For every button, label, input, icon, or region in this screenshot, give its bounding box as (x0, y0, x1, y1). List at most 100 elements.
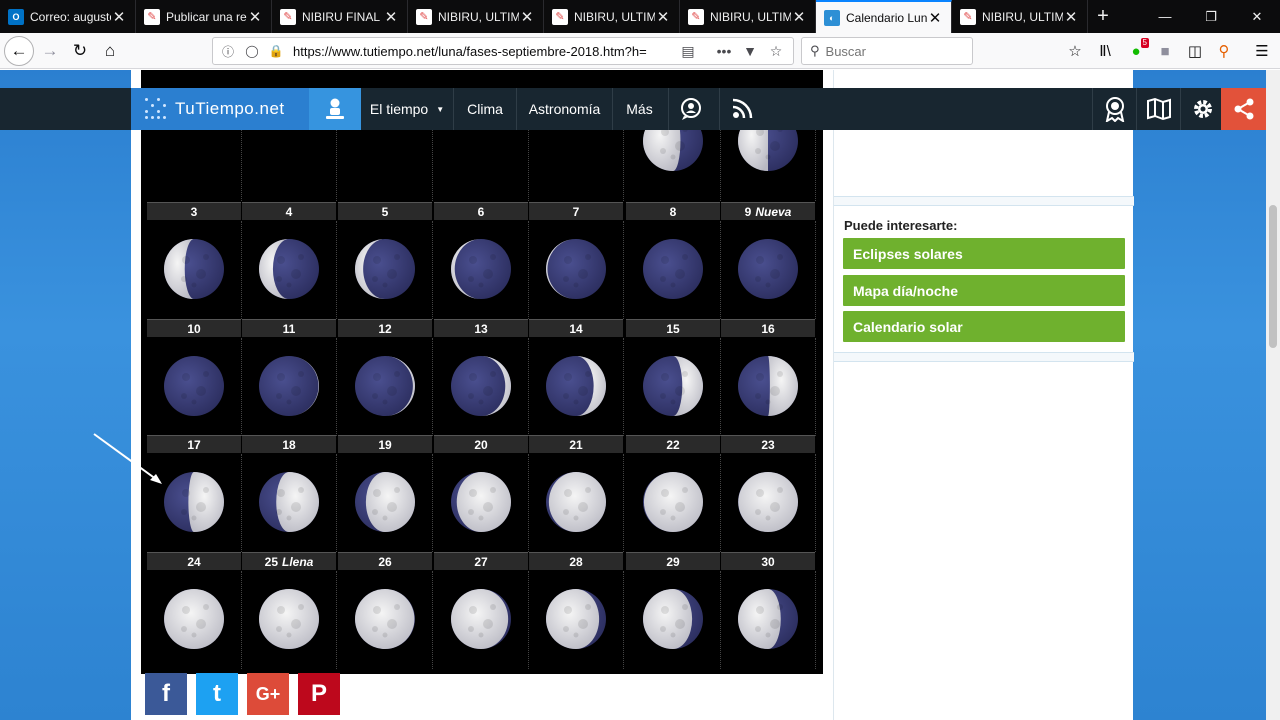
site-logo[interactable]: TuTiempo.net (131, 88, 309, 130)
rss-icon[interactable] (719, 88, 763, 130)
day-cell-4[interactable] (242, 221, 337, 319)
link-calendario-solar[interactable]: Calendario solar (843, 311, 1125, 342)
map-icon[interactable] (1136, 88, 1180, 130)
menu-astronomia[interactable]: Astronomía (517, 88, 613, 130)
day-cell-21[interactable] (529, 454, 624, 552)
day-cell-9[interactable] (721, 221, 816, 319)
sidebar-toggle-icon[interactable]: ◫ (1181, 37, 1209, 65)
page-actions-icon[interactable]: ••• (713, 40, 735, 62)
search-input[interactable] (825, 43, 956, 59)
day-number: 13 (474, 321, 488, 336)
day-cell-3[interactable] (147, 221, 242, 319)
restore-icon[interactable]: ❐ (1188, 0, 1234, 33)
day-cell-12[interactable] (338, 338, 433, 436)
day-cell-8[interactable] (626, 221, 721, 319)
day-cell-24[interactable] (147, 571, 242, 669)
close-tab-icon[interactable]: ✕ (383, 8, 399, 26)
menu-mas[interactable]: Más (613, 88, 666, 130)
link-mapa-dia-noche[interactable]: Mapa día/noche (843, 275, 1125, 306)
new-tab-button[interactable]: + (1088, 0, 1118, 33)
close-tab-icon[interactable]: ✕ (111, 8, 127, 26)
browser-tab[interactable]: O Correo: augusto ✕ (0, 0, 136, 33)
day-cell-19[interactable] (338, 454, 433, 552)
browser-tab[interactable]: ✎ NIBIRU, ULTIMA✕ (952, 0, 1088, 33)
blogger-icon: ✎ (416, 8, 432, 25)
day-header: 24 (147, 552, 241, 570)
library-icon[interactable]: Ⅱ\ (1091, 37, 1119, 65)
browser-tab[interactable]: ✎ Publicar una re ✕ (136, 0, 272, 33)
logo-dot (157, 110, 160, 113)
day-cell-25[interactable] (242, 571, 337, 669)
url-bar[interactable]: ⓘ ◯ 🔒 https://www.tutiempo.net/luna/fase… (212, 37, 794, 65)
addon-icon[interactable]: ● 5 (1122, 37, 1150, 65)
day-cell-7[interactable] (529, 221, 624, 319)
day-cell-18[interactable] (242, 454, 337, 552)
close-window-icon[interactable]: ✕ (1234, 0, 1280, 33)
day-header: 8 (626, 202, 720, 220)
pocket-icon[interactable]: ▼ (739, 40, 761, 62)
url-text[interactable]: https://www.tutiempo.net/luna/fases-sept… (293, 44, 673, 59)
day-cell-11[interactable] (242, 338, 337, 436)
tracking-shield-icon[interactable]: ◯ (243, 44, 261, 58)
tab-title: Calendario Luna (846, 10, 927, 25)
close-tab-icon[interactable]: ✕ (655, 8, 671, 26)
day-cell-20[interactable] (434, 454, 529, 552)
day-cell-26[interactable] (338, 571, 433, 669)
link-eclipses-solares[interactable]: Eclipses solares (843, 238, 1125, 269)
day-header: 6 (434, 202, 528, 220)
back-button[interactable]: ← (4, 36, 34, 66)
day-cell-22[interactable] (626, 454, 721, 552)
search-bar[interactable]: ⚲ (801, 37, 973, 65)
lock-addon-icon[interactable]: ■ (1151, 37, 1179, 65)
user-location-button[interactable] (309, 88, 361, 130)
close-tab-icon[interactable]: ✕ (247, 8, 263, 26)
share-button[interactable] (1221, 88, 1266, 130)
key-icon[interactable]: ⚲ (1210, 37, 1238, 65)
day-cell-30[interactable] (721, 571, 816, 669)
page-scrollbar[interactable] (1266, 70, 1280, 720)
hamburger-menu-icon[interactable]: ☰ (1248, 37, 1276, 65)
scrollbar-thumb[interactable] (1269, 205, 1277, 348)
menu-clima[interactable]: Clima (454, 88, 517, 130)
day-cell-14[interactable] (529, 338, 624, 436)
day-cell-15[interactable] (626, 338, 721, 436)
close-tab-icon[interactable]: ✕ (791, 8, 807, 26)
day-cell-23[interactable] (721, 454, 816, 552)
browser-tab[interactable]: ◐ Calendario Luna ✕ (816, 0, 952, 33)
twitter-share-button[interactable]: t (196, 673, 238, 715)
day-cell-28[interactable] (529, 571, 624, 669)
lock-icon[interactable]: 🔒 (267, 44, 285, 58)
google-plus-share-button[interactable]: G+ (247, 673, 289, 715)
day-cell-16[interactable] (721, 338, 816, 436)
day-cell-5[interactable] (338, 221, 433, 319)
home-button[interactable]: ⌂ (96, 37, 124, 65)
bookmark-star-icon[interactable]: ☆ (765, 40, 787, 62)
menu-el-tiempo[interactable]: El tiempo ▼ (361, 88, 454, 130)
day-cell-29[interactable] (626, 571, 721, 669)
gear-icon[interactable] (1180, 88, 1224, 130)
browser-tab[interactable]: ✎ NIBIRU, ULTIMA✕ (408, 0, 544, 33)
browser-tab[interactable]: ✎ NIBIRU, ULTIMA✕ (680, 0, 816, 33)
pinterest-share-button[interactable]: P (298, 673, 340, 715)
browser-tab[interactable]: ✎ NIBIRU FINAL 2 ✕ (272, 0, 408, 33)
navigation-toolbar: ← → ↻ ⌂ ⓘ ◯ 🔒 https://www.tutiempo.net/l… (0, 33, 1280, 69)
day-cell-13[interactable] (434, 338, 529, 436)
info-icon[interactable]: ⓘ (219, 43, 237, 60)
day-cell-6[interactable] (434, 221, 529, 319)
facebook-share-button[interactable]: f (145, 673, 187, 715)
day-cell-27[interactable] (434, 571, 529, 669)
bookmarks-star-icon[interactable]: ☆ (1061, 37, 1089, 65)
day-header: 22 (626, 435, 720, 453)
reader-view-icon[interactable]: ▤ (677, 40, 699, 62)
close-tab-icon[interactable]: ✕ (927, 9, 943, 27)
day-cell-10[interactable] (147, 338, 242, 436)
day-number: 23 (761, 437, 775, 452)
reload-button[interactable]: ↻ (66, 37, 94, 65)
award-icon[interactable] (1092, 88, 1136, 130)
chat-icon[interactable] (668, 88, 712, 130)
minimize-icon[interactable]: — (1142, 0, 1188, 33)
close-tab-icon[interactable]: ✕ (1063, 8, 1079, 26)
browser-tab[interactable]: ✎ NIBIRU, ULTIMA✕ (544, 0, 680, 33)
forward-button[interactable]: → (36, 37, 64, 65)
close-tab-icon[interactable]: ✕ (519, 8, 535, 26)
